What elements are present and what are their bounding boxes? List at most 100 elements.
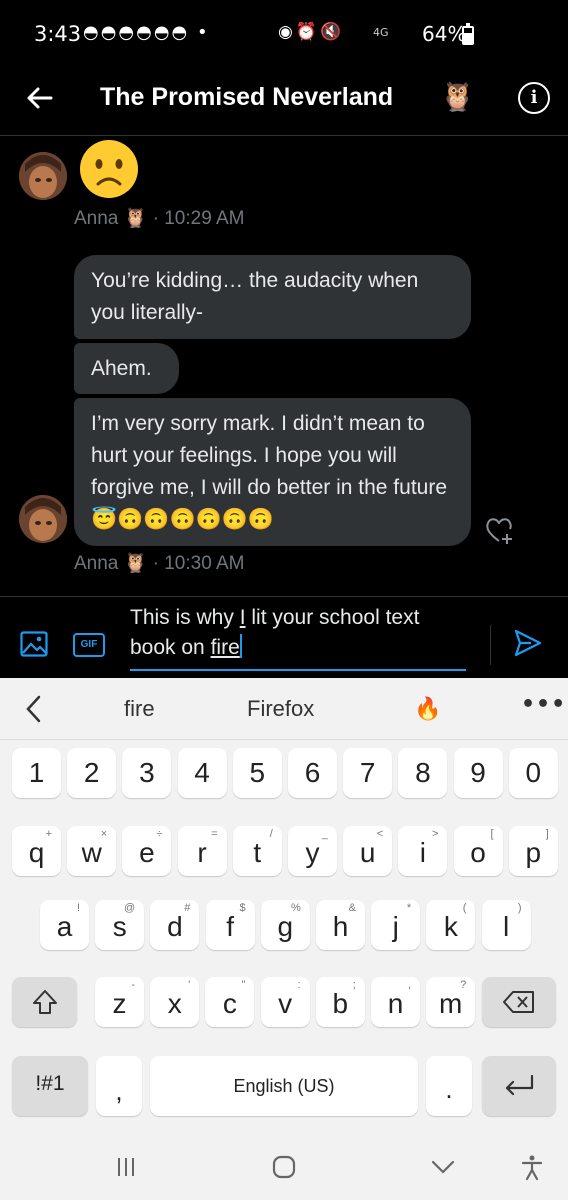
battery-icon <box>462 23 474 45</box>
backspace-icon <box>503 991 534 1013</box>
key-j[interactable]: * j <box>371 900 421 950</box>
key-label: 5 <box>249 757 266 788</box>
key-label: k <box>443 911 458 942</box>
space-key-label: English (US) <box>233 1076 335 1096</box>
message-input[interactable]: This is why I lit your school text book … <box>130 603 466 671</box>
owl-emoji: 🦉 <box>123 553 148 574</box>
suggestion-item[interactable]: Firefox <box>247 696 314 722</box>
key-z[interactable]: -z <box>95 977 144 1027</box>
key-9[interactable]: 9 <box>453 748 503 798</box>
avatar[interactable] <box>19 495 67 543</box>
key-2[interactable]: 2 <box>67 748 117 798</box>
key-label: n <box>387 988 404 1019</box>
key-v[interactable]: :v <box>260 977 310 1027</box>
key-e[interactable]: ÷ e <box>122 826 172 876</box>
gif-button[interactable]: GIF <box>73 633 105 657</box>
key-w[interactable]: × w <box>67 826 117 876</box>
suggestion-item[interactable]: fire <box>124 696 155 722</box>
image-icon[interactable] <box>20 631 48 657</box>
message-time: · 10:30 AM <box>152 553 245 574</box>
chevron-down-icon[interactable] <box>428 1152 458 1182</box>
key-i[interactable]: > i <box>398 826 448 876</box>
comma-key-label: , <box>115 1076 123 1106</box>
key-g[interactable]: % g <box>260 900 310 950</box>
key-d[interactable]: # d <box>150 900 200 950</box>
recent-apps-icon[interactable] <box>111 1152 141 1182</box>
network-indicator: 4G <box>373 26 389 39</box>
period-key[interactable]: . <box>426 1056 472 1116</box>
message-meta: Anna 🦉 · 10:30 AM <box>74 551 245 575</box>
key-1[interactable]: 1 <box>12 748 61 798</box>
key-label: r <box>197 837 207 868</box>
key-label: q <box>28 837 45 868</box>
key-label: b <box>332 988 349 1019</box>
key-label: t <box>253 837 262 868</box>
key-b[interactable]: ; b <box>315 977 365 1027</box>
space-key[interactable]: English (US) <box>150 1056 418 1116</box>
status-bar: 3:43 ◓◓◓◓◓◓ • ◉⏰🔇 4G 64% <box>0 0 568 70</box>
key-label: 1 <box>28 757 45 788</box>
send-icon[interactable] <box>513 628 543 658</box>
message-bubble[interactable]: You’re kidding… the audacity when you li… <box>74 255 471 339</box>
comma-key[interactable]: , <box>96 1056 142 1116</box>
key-8[interactable]: 8 <box>398 748 448 798</box>
suggestion-item[interactable]: 🔥 <box>414 696 441 722</box>
home-icon[interactable] <box>269 1152 299 1182</box>
shift-key[interactable] <box>12 977 77 1027</box>
key-0[interactable]: 0 <box>508 748 558 798</box>
key-7[interactable]: 7 <box>343 748 393 798</box>
key-label: y <box>305 837 320 868</box>
enter-key[interactable] <box>482 1056 556 1116</box>
chevron-left-icon[interactable] <box>24 694 44 724</box>
key-l[interactable]: ) l <box>481 900 531 950</box>
sender-name: Anna <box>74 208 119 229</box>
key-label: d <box>167 911 183 942</box>
add-reaction-icon[interactable] <box>484 515 516 545</box>
accessibility-icon[interactable] <box>517 1152 547 1182</box>
avatar[interactable] <box>19 152 67 200</box>
key-label: s <box>112 911 127 942</box>
key-q[interactable]: + q <box>12 826 61 876</box>
key-y[interactable]: _ y <box>288 826 337 876</box>
symbols-key-label: !#1 <box>35 1072 65 1095</box>
text-caret <box>239 634 242 658</box>
key-6[interactable]: 6 <box>288 748 337 798</box>
key-k[interactable]: (k <box>426 900 476 950</box>
key-4[interactable]: 4 <box>177 748 227 798</box>
key-label: u <box>359 837 376 868</box>
enter-icon <box>505 1074 534 1096</box>
key-3[interactable]: 3 <box>122 748 172 798</box>
key-label: x <box>167 988 182 1019</box>
info-icon[interactable]: i <box>518 82 550 114</box>
key-n[interactable]: ,n <box>371 977 420 1027</box>
key-label: 9 <box>470 757 486 788</box>
back-arrow-icon[interactable] <box>24 82 56 114</box>
system-status-icons: ◉⏰🔇 <box>278 22 345 42</box>
key-f[interactable]: $ f <box>205 900 255 950</box>
message-bubble[interactable]: Ahem. <box>74 343 179 394</box>
key-label: 0 <box>525 757 542 788</box>
key-t[interactable]: / t <box>232 826 282 876</box>
key-label: v <box>278 988 293 1019</box>
backspace-key[interactable] <box>482 977 556 1027</box>
key-c[interactable]: " c <box>205 977 255 1027</box>
navigation-bar <box>0 1130 568 1200</box>
key-x[interactable]: ' x <box>150 977 200 1027</box>
key-label: 4 <box>194 757 210 788</box>
key-m[interactable]: ? m <box>426 977 476 1027</box>
key-a[interactable]: ! a <box>40 900 89 950</box>
key-p[interactable]: ] p <box>508 826 558 876</box>
key-label: z <box>112 988 127 1019</box>
symbols-key[interactable]: !#1 <box>12 1056 88 1116</box>
key-u[interactable]: < u <box>343 826 393 876</box>
more-options-button[interactable]: ••• <box>521 692 566 717</box>
message-bubble[interactable]: I’m very sorry mark. I didn’t mean to hu… <box>74 398 471 546</box>
key-h[interactable]: & h <box>316 900 365 950</box>
key-s[interactable]: @ s <box>95 900 145 950</box>
key-o[interactable]: [o <box>453 826 503 876</box>
message-meta: Anna 🦉 · 10:29 AM <box>74 206 245 230</box>
key-label: i <box>419 837 426 868</box>
owl-emoji: 🦉 <box>123 208 148 229</box>
key-r[interactable]: = r <box>177 826 227 876</box>
key-5[interactable]: 5 <box>232 748 282 798</box>
